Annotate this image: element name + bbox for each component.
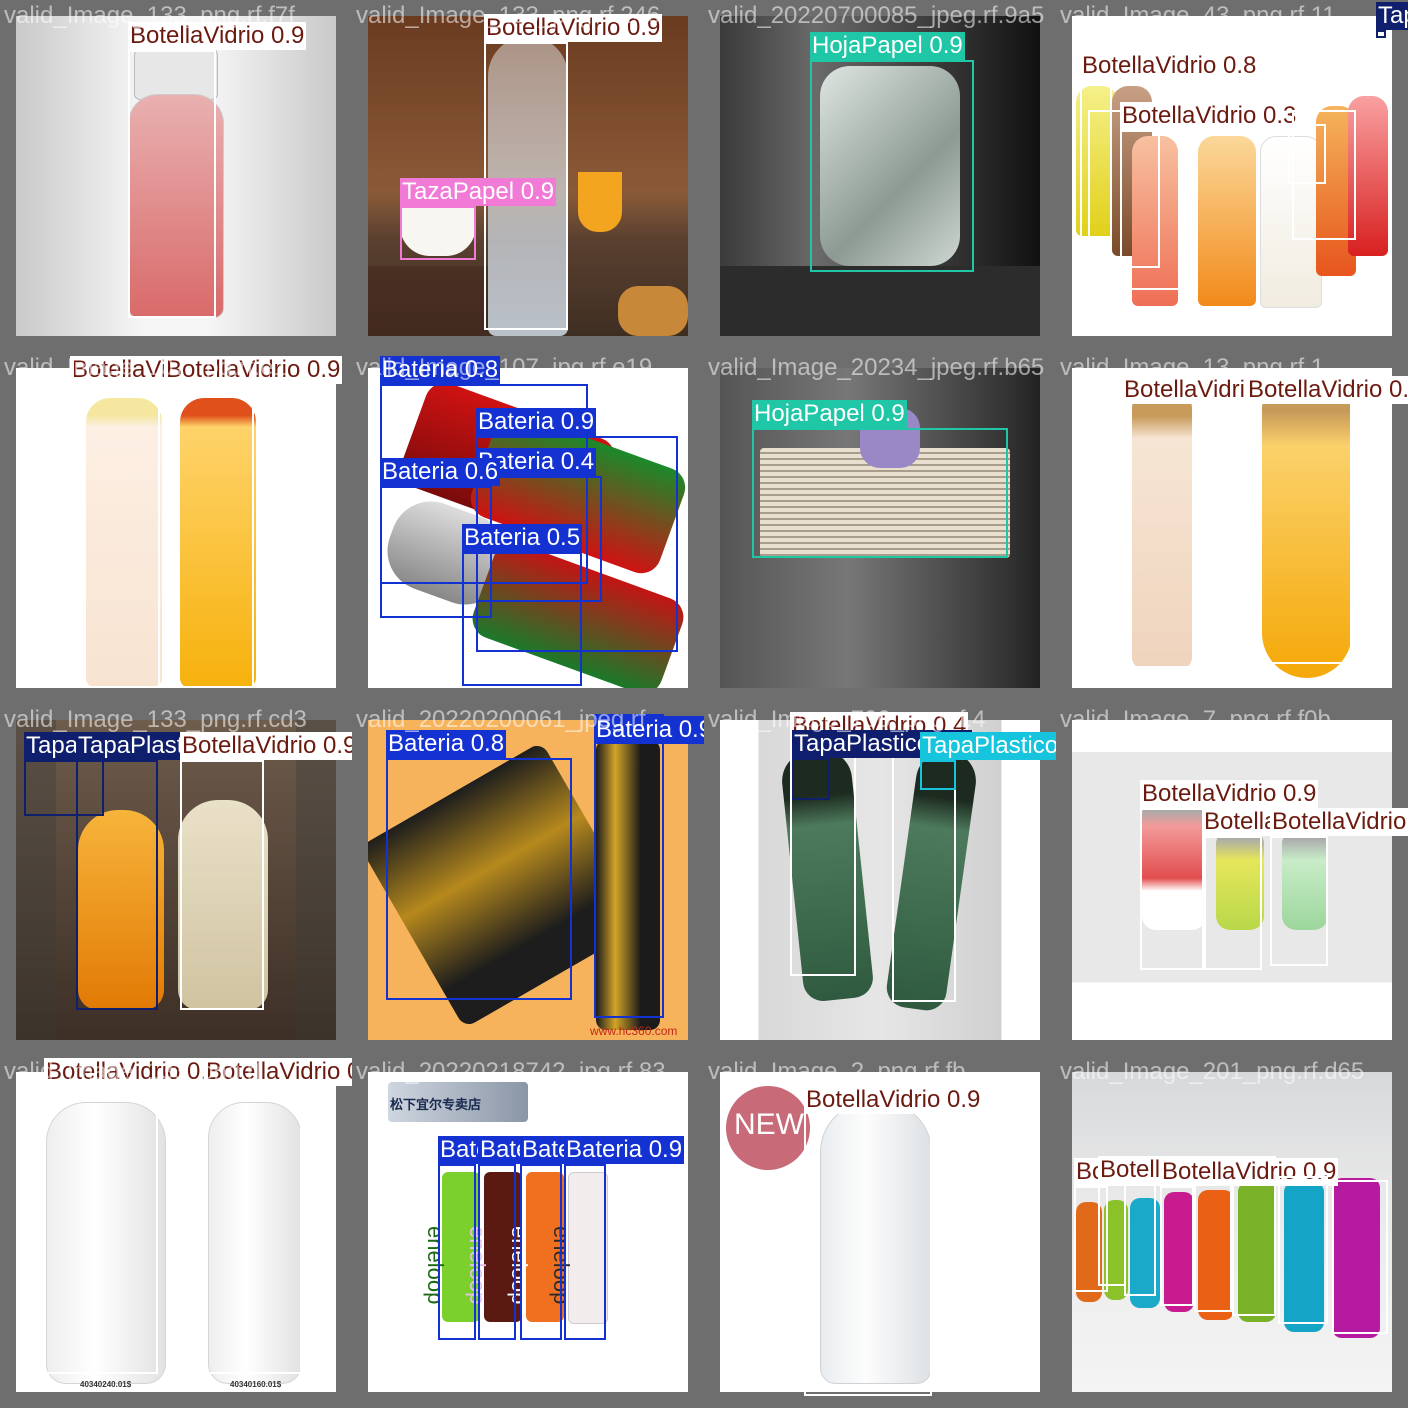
detection-box: Bateria 0.5 xyxy=(462,524,583,686)
detection-box: BotellaVidrio 0.9 xyxy=(164,356,343,688)
tile-filename: valid_Image_43_png.rf.11 xyxy=(1060,2,1336,29)
tile-filename: valid_Image_2_png.rf.fb xyxy=(708,1058,966,1085)
new-badge: NEW xyxy=(734,1108,804,1141)
result-tile-6: Bateria 0.8 Bateria 0.9 Bateria 0.4 Bateria… xyxy=(352,352,704,704)
tile-filename: valid_Image_133_png.rf.f7f xyxy=(4,2,295,29)
result-tile-15: NEW BotellaVidrio 0.9 valid_Image_2_png.rf… xyxy=(704,1056,1056,1408)
tile-filename: valid_Image_20234_jpeg.rf.b65 xyxy=(708,354,1045,381)
detection-box: Bateria 0.8 xyxy=(386,730,572,1000)
tile-photo xyxy=(720,720,1040,1040)
detection-box: BotellaVidrio 0.9 xyxy=(180,732,352,1010)
detection-box: HojaPapel 0.9 xyxy=(810,32,974,272)
detection-box: TapaPlastico 0.7 xyxy=(920,732,1056,790)
tile-filename: valid_Image_700_png.rf.4 xyxy=(708,706,986,733)
store-banner: 松下宜尔专卖店 xyxy=(390,1097,482,1112)
detection-label: BotellaVidrio 0.9 xyxy=(1270,808,1408,836)
detection-box: TazaPapel 0.9 xyxy=(400,178,557,260)
tile-filename: valid_20220200061_jpeg.rf xyxy=(356,706,646,733)
detection-label: BotellaVidrio 0.9 xyxy=(180,732,352,760)
detection-label: TazaPapel 0.9 xyxy=(400,178,557,206)
result-tile-13: 40340240.01$ 40340160.01$ BotellaVidrio 0.… xyxy=(0,1056,352,1408)
detection-label: Bateria 0.9 xyxy=(476,408,597,436)
tile-filename: valid_20220218742_jpg.rf.83 xyxy=(356,1058,666,1085)
detection-label: HojaPapel 0.9 xyxy=(810,32,965,60)
sku-label: 40340240.01$ xyxy=(80,1380,132,1389)
detection-box: TapaPlastico 0.6 xyxy=(792,730,973,800)
detection-box xyxy=(1288,124,1326,184)
result-tile-8: BotellaVidrio 0.9 BotellaVidrio 0.9 valid_… xyxy=(1056,352,1408,704)
photo-object xyxy=(368,266,488,336)
detection-label: BotellaVidrio 0.8 xyxy=(1080,52,1259,80)
tile-filename: valid_Image_133_png.rf xyxy=(4,1058,262,1085)
detection-box: BotellaVidrio 0.9 xyxy=(44,1058,223,1374)
detection-box: Bateria 0.9 xyxy=(438,1136,559,1340)
result-tile-10: www.hc360.com Bateria 0.8 Bateria 0.9 valid… xyxy=(352,704,704,1056)
detection-box: BotellaVidrio 0.9 xyxy=(1246,374,1408,664)
result-tile-4: TapaPlastico 0.5 BotellaVidrio 0.8 Botella… xyxy=(1056,0,1408,352)
detection-box: BotellaVidrio 0.9 xyxy=(128,22,307,318)
result-tile-9: TapaPlastico 0.6TapaPlastico 0.7BotellaV… xyxy=(0,704,352,1056)
detection-box: BotellaVidrio 0.9 xyxy=(804,1084,983,1396)
detection-box: Bateria 0.9 xyxy=(478,1136,599,1340)
detection-box xyxy=(1194,1182,1232,1312)
detection-box: Bateria 0.9 xyxy=(564,1136,685,1340)
detection-label: Bateria 0.6 xyxy=(380,458,501,486)
photo-object xyxy=(618,286,688,336)
detection-box: Bateria 0.9 xyxy=(520,1136,641,1340)
result-tile-2: BotellaVidrio 0.9 TazaPapel 0.9 valid_Imag… xyxy=(352,0,704,352)
detection-label: Bateria 0.9 xyxy=(564,1136,685,1164)
result-tile-5: BotellaVidrio 0.9 BotellaVidrio 0.9 valid_… xyxy=(0,352,352,704)
photo-object xyxy=(1198,136,1256,306)
result-tile-3: HojaPapel 0.9 valid_20220700085_jpeg.rf.9… xyxy=(704,0,1056,352)
result-tile-1: BotellaVidrio 0.9 valid_Image_133_png.rf.… xyxy=(0,0,352,352)
detection-label: Bateria 0.8 xyxy=(386,730,507,758)
detection-box: BotellaVidrio 0.9 xyxy=(204,1058,352,1374)
validation-batch-grid: BotellaVidrio 0.9 valid_Image_133_png.rf.… xyxy=(0,0,1408,1408)
detection-box xyxy=(1278,1176,1328,1324)
detection-box xyxy=(1232,1180,1276,1316)
detection-label: BotellaVidrio 0.3 xyxy=(1120,102,1299,130)
detection-label: TapaPlastico 0.5 xyxy=(1376,2,1408,30)
tile-filename: valid_20220700085_jpeg.rf.9a5 xyxy=(708,2,1045,29)
tile-filename: valid_Image_7_png.rf.f0b xyxy=(1060,706,1331,733)
detection-label: BotellaVidrio 0.9 xyxy=(1140,780,1319,808)
sku-label: 40340160.01$ xyxy=(230,1380,282,1389)
tile-filename: valid_Image_107_jpg.rf.e19 xyxy=(356,354,653,381)
tile-filename: valid_Image_133_png.rf.246 xyxy=(356,2,661,29)
detection-box: TapaPlastico 0.7 xyxy=(76,732,257,1010)
detection-label: Bateria 0.5 xyxy=(462,524,583,552)
detection-label: TapaPlastico 0.7 xyxy=(920,732,1056,760)
detection-box: BotellaVidrio 0.9 xyxy=(1202,808,1381,970)
detection-box: Bateria 0.9 xyxy=(594,714,704,1018)
result-tile-11: BotellaVidrio 0.4 TapaPlastico 0.6 TapaPla… xyxy=(704,704,1056,1056)
result-tile-14: 松下宜尔专卖店 eneloop eneloop eneloop eneloop Bater… xyxy=(352,1056,704,1408)
tile-filename: valid_Image_13_png.rf.1 xyxy=(1060,354,1325,381)
detection-label: BotellaVidrio 0.9 xyxy=(804,1086,983,1114)
watermark-text: www.hc360.com xyxy=(590,1024,678,1038)
result-tile-7: HojaPapel 0.9 valid_Image_20234_jpeg.rf.b… xyxy=(704,352,1056,704)
tile-filename: valid_Image_201_png.rf.d65 xyxy=(1060,1058,1365,1085)
detection-box: BotellaVidrio 0.9 xyxy=(1140,780,1319,970)
detection-box: BotellaVidrio 0.3 xyxy=(1120,102,1299,290)
detection-box: TapaPlastico 0.5 xyxy=(1376,2,1408,38)
result-tile-12: BotellaVidrio 0.9BotellaVidrio 0.9Botell… xyxy=(1056,704,1408,1056)
detection-box: BotellaVidrio 0.9 xyxy=(1098,1156,1277,1286)
detection-box xyxy=(1124,1184,1156,1296)
detection-box: BotellaVidrio 0.9 xyxy=(70,356,249,688)
photo-object xyxy=(578,172,622,232)
detection-box: BotellaVidrio 0.9 xyxy=(1122,374,1301,668)
tile-filename: valid_Image_107_jpg.rf.e1 xyxy=(4,354,287,381)
detection-box: BotellaVidrio 0.9 xyxy=(1270,808,1408,966)
tile-filename: valid_Image_133_png.rf.cd3 xyxy=(4,706,307,733)
detection-box: HojaPapel 0.9 xyxy=(752,400,1008,558)
photo-object xyxy=(720,266,1040,336)
detection-label: HojaPapel 0.9 xyxy=(752,400,907,428)
result-tile-16: BotellaVidrio 0.8BotellaVidrio 0.9Botell… xyxy=(1056,1056,1408,1408)
detection-box: BotellaVidrio 0.9 xyxy=(1160,1158,1339,1306)
detection-box xyxy=(1332,1180,1388,1334)
